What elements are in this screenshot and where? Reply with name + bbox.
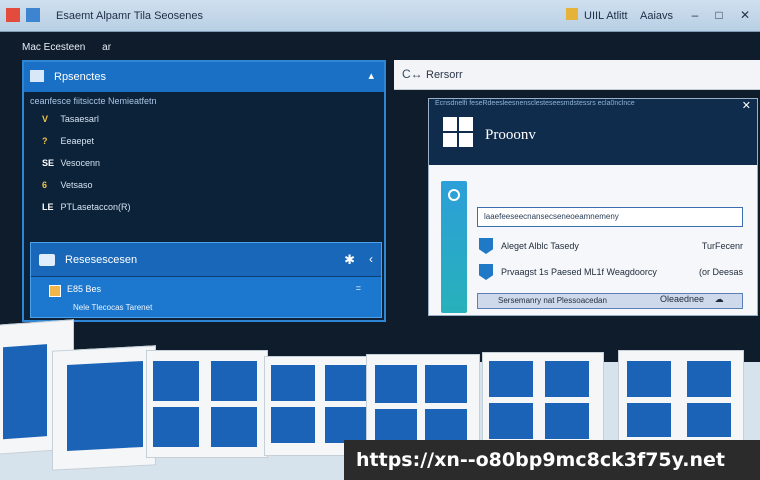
app-title: Alpamr Tila Seosenes — [96, 10, 203, 22]
tile-square — [489, 403, 533, 439]
left-sub-panel: Resesescesen ✱ ‹ E85 Bes = Nele Tlecocas… — [30, 242, 382, 318]
shield-icon — [479, 238, 493, 254]
chevron-up-icon[interactable]: ▴ — [368, 69, 374, 82]
tree-item-label: Tasaesarl — [60, 114, 99, 124]
tile-square — [153, 361, 199, 401]
tree-item-icon: LE — [42, 202, 54, 212]
folder-icon[interactable] — [566, 8, 578, 20]
tile-square — [687, 403, 731, 437]
left-panel: Rpsenctes ▴ ceanfesce fiitsiccte Nemieat… — [22, 60, 386, 322]
tree-item[interactable]: 6 Vetsaso — [42, 180, 93, 190]
menu-label[interactable]: Esaemt — [56, 10, 93, 22]
dialog-footer-label: Oleaednee ☁ — [660, 294, 742, 305]
tile — [52, 345, 156, 471]
tree-item-icon: V — [42, 114, 49, 124]
program-dialog: Ecnsdnelfi feseRdeesleesnensclesteseesmd… — [428, 98, 758, 316]
circle-icon — [448, 189, 460, 201]
tree-item-label: Vetsaso — [60, 180, 93, 190]
list-item[interactable]: E85 Bes = — [41, 283, 371, 297]
app-sidebar-icon — [441, 181, 467, 313]
search-field[interactable]: laaefeeseecnansecseneoeamnemeny — [477, 207, 743, 227]
tree-item-label: PTLasetaccon(R) — [60, 202, 131, 212]
tile-square — [627, 361, 671, 397]
close-icon[interactable]: ✕ — [742, 99, 751, 112]
dialog-title: Prooonv — [485, 127, 536, 143]
tree-item-icon: ? — [42, 136, 48, 146]
left-panel-title: Rpsenctes — [54, 71, 106, 83]
windows-logo-icon — [443, 117, 473, 147]
option-row[interactable]: Prvaagst 1s Paesed ML1f Weagdoorcy (or D… — [477, 261, 743, 283]
sub-panel-header[interactable]: Resesescesen ✱ ‹ — [31, 243, 381, 277]
list-item-label: E85 Bes — [67, 284, 102, 294]
tile-square — [67, 360, 143, 451]
tile-square — [325, 407, 369, 443]
maximize-button[interactable]: □ — [708, 6, 730, 24]
file-icon — [49, 285, 61, 297]
close-button[interactable]: ✕ — [734, 6, 756, 24]
list-item-mark: = — [355, 283, 361, 293]
user-label[interactable]: Aaiavs — [640, 10, 673, 22]
tile-square — [489, 361, 533, 397]
selected-option-label: Sersemanry nat Plessoacedan — [498, 296, 607, 305]
tile-square — [545, 361, 589, 397]
tile-square — [627, 403, 671, 437]
desktop-label-text: Mac Ecesteen — [22, 42, 86, 53]
tree-item-icon: SE — [42, 158, 55, 168]
desktop-label-suffix: ar — [102, 42, 112, 53]
tile-square — [211, 361, 257, 401]
tree-item-icon: 6 — [42, 180, 48, 190]
option-value: (or Deesas — [698, 267, 743, 277]
tree-item[interactable]: V Tasaesarl — [42, 114, 99, 124]
tile-square — [545, 403, 589, 439]
tile-square — [687, 361, 731, 397]
tile-square — [271, 365, 315, 401]
tile — [146, 350, 268, 458]
app-icon-secondary[interactable] — [26, 8, 40, 22]
minimize-button[interactable]: – — [684, 6, 706, 24]
tree-item[interactable]: LE PTLasetaccon(R) — [42, 202, 131, 212]
chevron-left-icon[interactable]: ‹ — [369, 252, 373, 266]
option-label: Aleget Alblc Tasedy — [501, 241, 579, 251]
tree-item[interactable]: SE Vesocenn — [42, 158, 100, 168]
app-icon[interactable] — [6, 8, 20, 22]
tree-item-label: Vesocenn — [60, 158, 101, 168]
option-row[interactable]: Aleget Alblc Tasedy TurFecenr — [477, 235, 743, 257]
option-label: Prvaagst 1s Paesed ML1f Weagdoorcy — [501, 267, 657, 277]
title-bar: Esaemt Alpamr Tila Seosenes UIIL Atlitt … — [0, 0, 760, 32]
desktop-label: Mac Ecesteen ar — [22, 42, 111, 53]
tile-square — [3, 344, 47, 440]
tile-square — [425, 365, 467, 403]
pin-icon[interactable]: ✱ — [344, 252, 355, 268]
tray-label[interactable]: UIIL Atlitt — [584, 10, 628, 22]
cloud-icon[interactable]: ☁ — [715, 294, 724, 304]
tree-item-label: Eeaepet — [60, 136, 95, 146]
url-text: https://xn--o80bp9mc8ck3f75y.net — [356, 449, 726, 471]
tile-square — [153, 407, 199, 447]
search-field-text: laaefeeseecnansecseneoeamnemeny — [484, 212, 619, 221]
panel-icon — [30, 70, 44, 82]
left-panel-subheader: ceanfesce fiitsiccte Nemieatfetn — [30, 96, 157, 106]
shield-icon — [479, 264, 493, 280]
sub-panel-title: Resesescesen — [65, 254, 138, 266]
tile-square — [325, 365, 369, 401]
tile-square — [375, 365, 417, 403]
desktop-area: Mac Ecesteen ar Rpsenctes ▴ ceanfesce fi… — [0, 32, 760, 362]
sync-icon[interactable]: C↔ — [402, 67, 423, 81]
right-header-title: Rersorr — [426, 69, 463, 81]
tile-square — [271, 407, 315, 443]
right-header-bar: C↔ Rersorr — [394, 60, 760, 90]
monitor-icon — [39, 254, 55, 266]
dialog-breadcrumb: Ecnsdnelfi feseRdeesleesnensclesteseesmd… — [435, 100, 635, 107]
tree-item[interactable]: ? Eeaepet — [42, 136, 94, 146]
dialog-footer-text: Oleaednee — [660, 294, 705, 304]
screen: Esaemt Alpamr Tila Seosenes UIIL Atlitt … — [0, 0, 760, 480]
sub-panel-footer: Nele Tlecocas Tarenet — [73, 303, 153, 312]
tile-square — [211, 407, 257, 447]
tile — [618, 350, 744, 444]
option-value: TurFecenr — [701, 241, 743, 251]
left-panel-header[interactable]: Rpsenctes ▴ — [24, 62, 384, 92]
tile — [482, 352, 604, 448]
url-badge: https://xn--o80bp9mc8ck3f75y.net — [344, 440, 760, 480]
dialog-banner: Ecnsdnelfi feseRdeesleesnensclesteseesmd… — [429, 99, 757, 165]
